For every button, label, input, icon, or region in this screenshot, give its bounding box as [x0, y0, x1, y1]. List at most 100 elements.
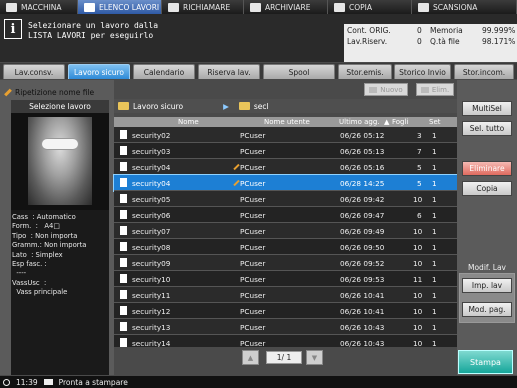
document-icon: [120, 338, 127, 347]
col-user[interactable]: Nome utente: [264, 118, 310, 126]
row-user: PCuser: [240, 195, 266, 204]
row-user: PCuser: [240, 259, 266, 268]
new-button-label: Nuovo: [380, 85, 403, 94]
tab-macchina-label: MACCHINA: [21, 2, 62, 12]
memoria-label: Memoria: [430, 26, 463, 35]
job-properties: Cass : Automatico Form. : A4□ Tipo : Non…: [11, 210, 109, 375]
table-row[interactable]: security09 PCuser 06/26 09:52 10 1: [114, 255, 457, 271]
tab-stor-incom[interactable]: Stor.incom.: [454, 64, 514, 79]
col-sheets[interactable]: Fogli: [392, 118, 408, 126]
tab-richiamare[interactable]: RICHIAMARE: [162, 0, 244, 14]
tab-calendario[interactable]: Calendario: [133, 64, 195, 79]
job-list: security02 PCuser 06/26 05:12 3 1 security03…: [113, 127, 458, 351]
row-date: 06/26 10:41: [340, 307, 385, 316]
tab-copia[interactable]: COPIA: [328, 0, 412, 14]
document-icon: [120, 322, 127, 331]
row-name: security04: [132, 163, 171, 172]
select-all-button[interactable]: Sel. tutto: [462, 121, 512, 136]
thumbnail-detail: [41, 138, 79, 150]
row-set: 1: [432, 131, 437, 140]
row-date: 06/26 05:12: [340, 131, 385, 140]
subfolder-icon: [238, 102, 250, 110]
document-icon: [120, 146, 127, 155]
job-settings-button[interactable]: Imp. lav: [462, 278, 512, 293]
page-edit-button[interactable]: Mod. pag.: [462, 302, 512, 317]
thumbnail-image: [28, 117, 92, 205]
print-button[interactable]: Stampa: [458, 350, 513, 374]
job-thumbnail: [11, 113, 109, 210]
row-date: 06/26 09:47: [340, 211, 385, 220]
delete-folder-button[interactable]: Elim.: [416, 83, 454, 96]
row-sheets: 11: [413, 275, 423, 284]
tab-scansiona-label: SCANSIONA: [433, 2, 478, 12]
down-arrow-icon: ▼: [311, 353, 318, 362]
row-date: 06/26 05:13: [340, 147, 385, 156]
col-date[interactable]: Ultimo agg.: [339, 118, 380, 126]
table-row[interactable]: security12 PCuser 06/26 10:41 10 1: [114, 303, 457, 319]
tab-spool[interactable]: Spool: [263, 64, 335, 79]
folder-name[interactable]: Lavoro sicuro: [133, 102, 183, 111]
clock-icon: [3, 378, 10, 386]
table-row[interactable]: security10 PCuser 06/26 09:53 11 1: [114, 271, 457, 287]
tab-macchina[interactable]: MACCHINA: [0, 0, 78, 14]
row-user: PCuser: [240, 291, 266, 300]
row-sheets: 10: [413, 259, 423, 268]
delete-button[interactable]: Eliminare: [462, 161, 512, 176]
tab-archiviare-label: ARCHIVIARE: [265, 2, 311, 12]
row-user: PCuser: [240, 307, 266, 316]
tab-elenco-lavori[interactable]: ELENCO LAVORI: [78, 0, 162, 14]
row-date: 06/26 09:53: [340, 275, 385, 284]
document-icon: [120, 194, 127, 203]
row-sheets: 10: [413, 227, 423, 236]
new-button[interactable]: Nuovo: [364, 83, 408, 96]
row-set: 1: [432, 211, 437, 220]
pencil-icon: [233, 179, 240, 187]
table-header: Nome Nome utente Ultimo agg. ▲ Fogli Set: [114, 117, 457, 127]
top-tab-bar: MACCHINA ELENCO LAVORI RICHIAMARE ARCHIV…: [0, 0, 517, 14]
row-set: 1: [432, 147, 437, 156]
tab-scansiona[interactable]: SCANSIONA: [412, 0, 517, 14]
status-panel: Cont. ORIG. 0 Memoria 99.999% Lav.Riserv…: [344, 24, 517, 62]
row-date: 06/26 10:41: [340, 291, 385, 300]
page-up-button[interactable]: ▲: [242, 350, 259, 365]
tab-storico-invio[interactable]: Storico Invio: [394, 64, 451, 79]
status-bar: 11:39 Pronta a stampare: [0, 376, 517, 388]
page-indicator: 1/ 1: [266, 351, 302, 364]
tab-lav-consv[interactable]: Lav.consv.: [3, 64, 65, 79]
row-set: 1: [432, 195, 437, 204]
col-set[interactable]: Set: [429, 118, 441, 126]
row-name: security12: [132, 307, 171, 316]
tab-lavoro-sicuro[interactable]: Lavoro sicuro: [68, 64, 130, 79]
tab-riserva-lav[interactable]: Riserva lav.: [198, 64, 260, 79]
row-set: 1: [432, 307, 437, 316]
table-row-selected[interactable]: security04 PCuser 06/28 14:25 5 1: [113, 174, 458, 192]
document-icon: [120, 258, 127, 267]
tab-stor-emis[interactable]: Stor.emis.: [338, 64, 392, 79]
row-sheets: 5: [417, 163, 422, 172]
page-down-button[interactable]: ▼: [306, 350, 323, 365]
row-date: 06/26 09:42: [340, 195, 385, 204]
cont-orig-value: 0: [417, 26, 422, 35]
table-row[interactable]: security13 PCuser 06/26 10:43 10 1: [114, 319, 457, 335]
subfolder-name[interactable]: secl: [254, 102, 269, 111]
row-name: security13: [132, 323, 171, 332]
status-text: Pronta a stampare: [58, 377, 128, 387]
repeat-filename[interactable]: Ripetizione nome file: [4, 88, 94, 97]
row-user: PCuser: [240, 147, 266, 156]
table-row[interactable]: security02 PCuser 06/26 05:12 3 1: [114, 127, 457, 143]
table-row[interactable]: security05 PCuser 06/26 09:42 10 1: [114, 191, 457, 207]
table-row[interactable]: security08 PCuser 06/26 09:50 10 1: [114, 239, 457, 255]
job-list-icon: [84, 2, 95, 12]
document-icon: [120, 178, 127, 187]
col-name[interactable]: Nome: [178, 118, 199, 126]
table-row[interactable]: security04 PCuser 06/26 05:16 5 1: [114, 159, 457, 175]
function-tabs: Lav.consv. Lavoro sicuro Calendario Rise…: [0, 63, 517, 79]
table-row[interactable]: security11 PCuser 06/26 10:41 10 1: [114, 287, 457, 303]
table-row[interactable]: security03 PCuser 06/26 05:13 7 1: [114, 143, 457, 159]
table-row[interactable]: security06 PCuser 06/26 09:47 6 1: [114, 207, 457, 223]
table-row[interactable]: security07 PCuser 06/26 09:49 10 1: [114, 223, 457, 239]
tab-archiviare[interactable]: ARCHIVIARE: [244, 0, 328, 14]
row-name: security08: [132, 243, 171, 252]
copy-button[interactable]: Copia: [462, 181, 512, 196]
multisel-button[interactable]: MultiSel: [462, 101, 512, 116]
